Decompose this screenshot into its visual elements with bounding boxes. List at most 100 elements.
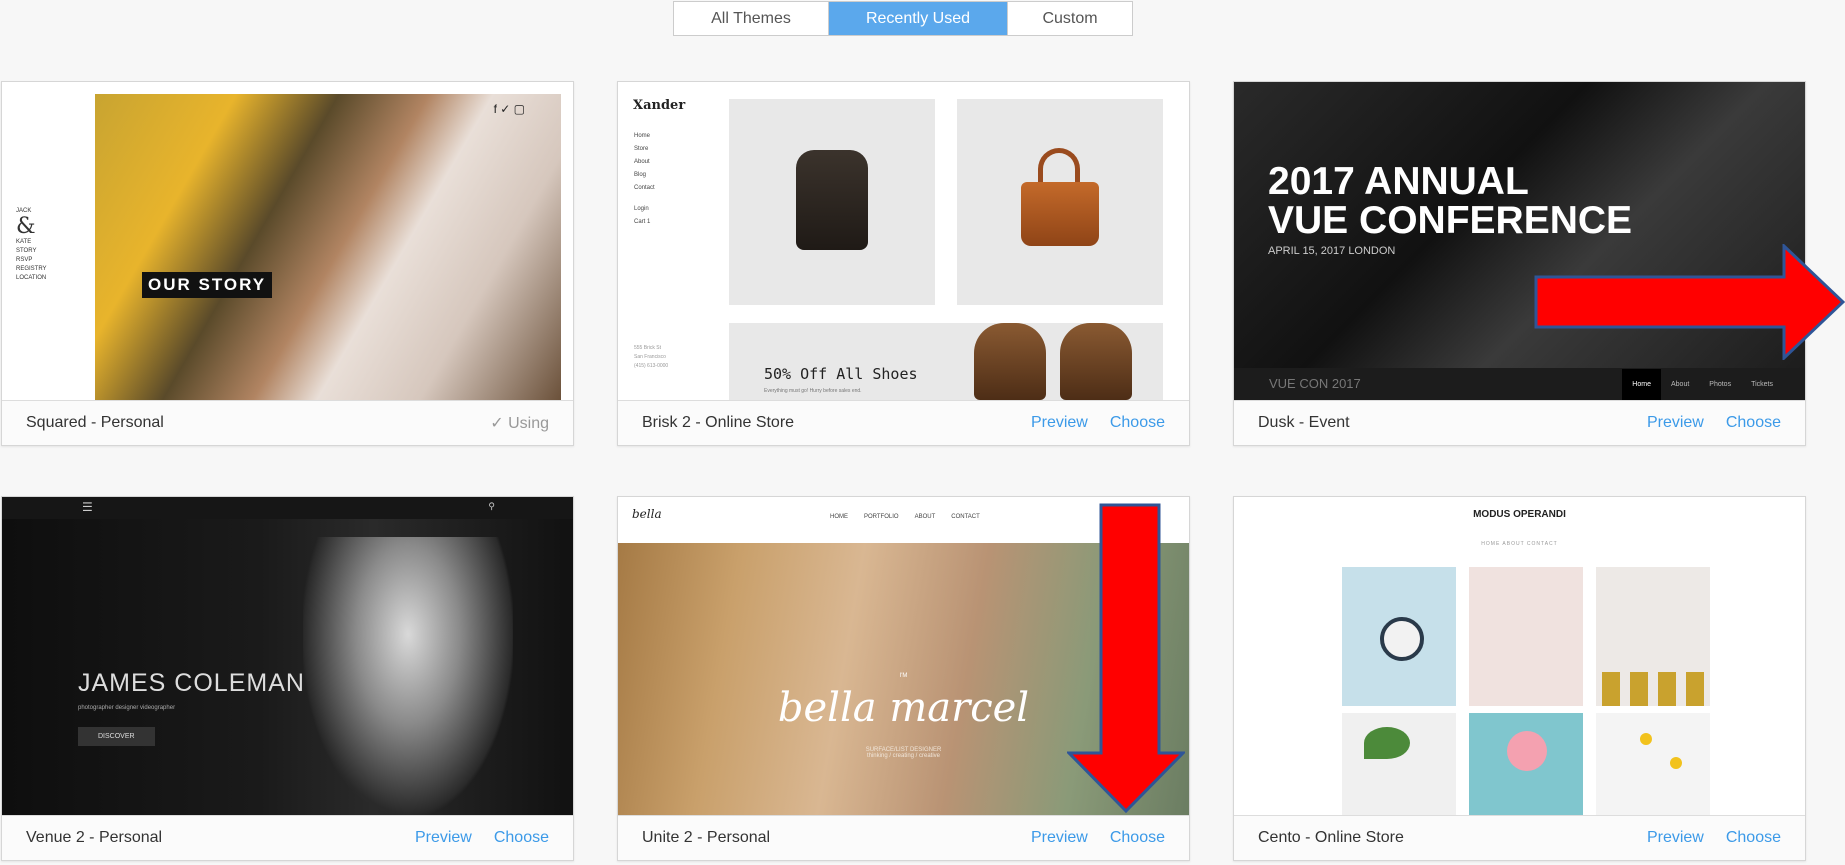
thumb-headline: 2017 ANNUAL VUE CONFERENCE	[1268, 160, 1633, 242]
mini-nav-item: Cart 1	[634, 219, 651, 225]
hamburger-icon: ☰	[82, 500, 93, 514]
down-arrow-annotation	[1067, 503, 1185, 813]
check-icon: ✓	[490, 415, 504, 432]
thumb-menu-item: Home	[1622, 369, 1661, 400]
mini-nav-item: Home	[634, 133, 651, 139]
mini-nav-item: REGISTRY	[16, 266, 47, 272]
address: 555 Brick St San Francisco (415) 613-000…	[634, 345, 669, 369]
mini-name: KATE	[16, 239, 32, 245]
choose-button[interactable]: Choose	[1110, 829, 1165, 847]
mini-nav-item: Contact	[634, 185, 655, 191]
mini-nav: HOME ABOUT CONTACT	[1481, 541, 1558, 547]
mini-nav-item: Blog	[634, 172, 647, 178]
mini-nav: Home Store About Blog Contact Login Cart…	[634, 130, 655, 229]
card-footer: Dusk - Event Preview Choose	[1234, 400, 1805, 445]
product-tile	[1342, 713, 1456, 815]
theme-name: Dusk - Event	[1258, 414, 1350, 431]
jacket-image	[796, 150, 868, 250]
mini-nav-item: PORTFOLIO	[864, 514, 899, 520]
promo-subtext: Everything must go! Hurry before sales e…	[764, 388, 862, 394]
thumb-roles: photographer designer videographer	[78, 705, 176, 711]
preview-button[interactable]: Preview	[1031, 414, 1088, 432]
card-footer: Venue 2 - Personal Preview Choose	[2, 815, 573, 860]
card-footer: Unite 2 - Personal Preview Choose	[618, 815, 1189, 860]
theme-thumbnail[interactable]: Xander Home Store About Blog Contact Log…	[618, 82, 1189, 400]
bag-image	[1021, 182, 1099, 246]
shoe-image	[1060, 323, 1132, 400]
card-footer: Cento - Online Store Preview Choose	[1234, 815, 1805, 860]
theme-card-squared[interactable]: JACK & KATE STORY RSVP REGISTRY LOCATION…	[1, 81, 574, 446]
theme-card-cento[interactable]: MODUS OPERANDI HOME ABOUT CONTACT Cento …	[1233, 496, 1806, 861]
thumb-menu-item: Photos	[1709, 381, 1732, 388]
choose-button[interactable]: Choose	[1726, 829, 1781, 847]
choose-button[interactable]: Choose	[494, 829, 549, 847]
portrait-photo	[303, 537, 513, 815]
product-tile	[1342, 567, 1456, 706]
theme-name: Unite 2 - Personal	[642, 829, 771, 846]
pineapple-image	[1602, 672, 1704, 706]
ampersand: &	[16, 214, 36, 239]
mini-nav-item: About	[634, 159, 650, 165]
using-label: Using	[508, 415, 549, 432]
theme-card-venue[interactable]: ☰ ⚲ JAMES COLEMAN photographer designer …	[1, 496, 574, 861]
theme-filter-tabs: All Themes Recently Used Custom	[673, 1, 1133, 36]
using-status: ✓ Using	[490, 413, 549, 433]
choose-button[interactable]: Choose	[1726, 414, 1781, 432]
card-footer: Brisk 2 - Online Store Preview Choose	[618, 400, 1189, 445]
couple-photo	[95, 94, 561, 400]
mini-nav: JACK & KATE STORY RSVP REGISTRY LOCATION	[16, 207, 47, 283]
search-icon: ⚲	[488, 501, 495, 511]
cart-count-badge: 1	[647, 219, 651, 225]
mini-nav-item: CONTACT	[951, 514, 980, 520]
flower-image	[1640, 733, 1652, 745]
leaf-image	[1364, 727, 1410, 759]
mini-nav-item: ABOUT	[914, 514, 936, 520]
theme-name: Cento - Online Store	[1258, 829, 1404, 846]
theme-card-brisk[interactable]: Xander Home Store About Blog Contact Log…	[617, 81, 1190, 446]
flower-image	[1670, 757, 1682, 769]
product-tile	[1596, 567, 1710, 706]
product-tile	[1469, 713, 1583, 815]
thumb-discover-button: DISCOVER	[78, 727, 155, 746]
thumb-menu-item: Tickets	[1751, 381, 1773, 388]
choose-button[interactable]: Choose	[1110, 414, 1165, 432]
mini-nav-item: STORY	[16, 248, 37, 254]
thumb-menu: Home About Photos Tickets	[1622, 369, 1783, 400]
mini-nav-item: LOCATION	[16, 275, 47, 281]
preview-button[interactable]: Preview	[1647, 414, 1704, 432]
theme-name: Squared - Personal	[26, 414, 164, 431]
tab-custom[interactable]: Custom	[1008, 2, 1132, 35]
thumb-title: MODUS OPERANDI	[1473, 509, 1566, 520]
theme-name: Venue 2 - Personal	[26, 829, 163, 846]
theme-thumbnail[interactable]: MODUS OPERANDI HOME ABOUT CONTACT	[1234, 497, 1805, 815]
mini-nav: HOME PORTFOLIO ABOUT CONTACT	[830, 514, 980, 520]
mini-nav-item: Store	[634, 146, 649, 152]
promo-headline: 50% Off All Shoes	[764, 365, 918, 383]
theme-name: Brisk 2 - Online Store	[642, 414, 795, 431]
thumb-logo: Xander	[633, 98, 686, 113]
theme-thumbnail[interactable]: ☰ ⚲ JAMES COLEMAN photographer designer …	[2, 497, 573, 815]
preview-button[interactable]: Preview	[1647, 829, 1704, 847]
mini-nav-item: Login	[634, 206, 649, 212]
flower-image	[1507, 731, 1547, 771]
thumb-headline: OUR STORY	[142, 272, 273, 298]
product-tile	[1469, 567, 1583, 706]
right-arrow-annotation	[1534, 244, 1845, 360]
theme-thumbnail[interactable]: JACK & KATE STORY RSVP REGISTRY LOCATION…	[2, 82, 573, 400]
social-icons: f ✓ ▢	[493, 102, 525, 116]
product-tile	[1596, 713, 1710, 815]
thumb-subtitle: APRIL 15, 2017 LONDON	[1268, 245, 1396, 257]
shoe-image	[974, 323, 1046, 400]
thumb-menu-item: About	[1670, 381, 1690, 388]
card-footer: Squared - Personal ✓ Using	[2, 400, 573, 445]
flower-image	[1380, 617, 1424, 661]
mini-nav-item: HOME	[830, 514, 848, 520]
mini-nav-item: RSVP	[16, 257, 33, 263]
thumb-headline: JAMES COLEMAN	[78, 669, 305, 697]
thumb-logo: bella	[632, 507, 662, 521]
tab-all-themes[interactable]: All Themes	[674, 2, 829, 35]
preview-button[interactable]: Preview	[415, 829, 472, 847]
tab-recently-used[interactable]: Recently Used	[829, 2, 1008, 35]
thumb-brand: VUE CON 2017	[1269, 376, 1361, 391]
preview-button[interactable]: Preview	[1031, 829, 1088, 847]
